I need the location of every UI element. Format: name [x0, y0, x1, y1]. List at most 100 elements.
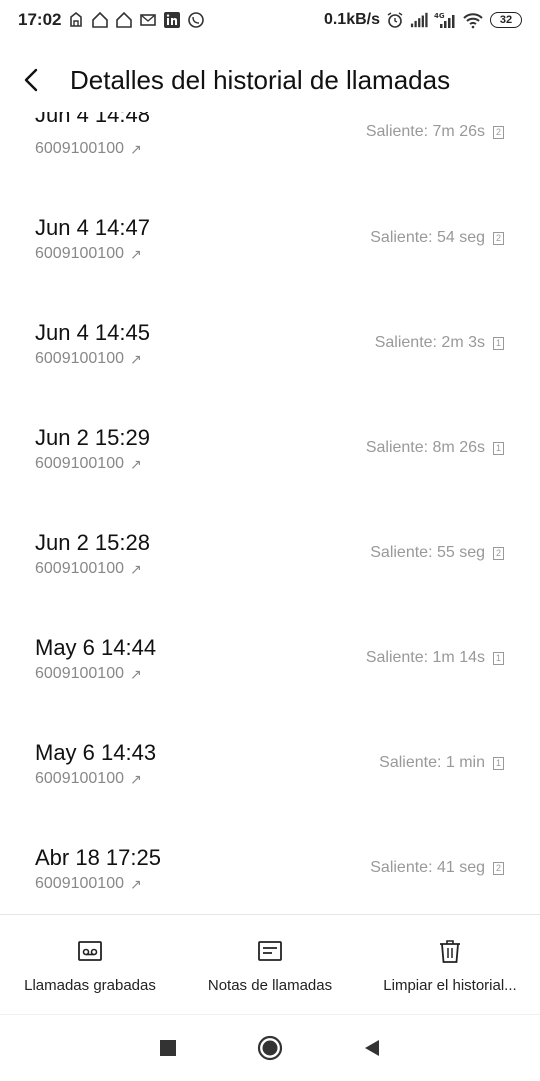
call-number-group: 6009100100 ↗ — [35, 455, 142, 473]
clear-history-label: Limpiar el historial... — [383, 976, 517, 994]
square-icon — [160, 1040, 176, 1056]
back-arrow-icon — [24, 68, 38, 92]
home-notification-icon — [91, 11, 109, 29]
whatsapp-icon — [187, 11, 205, 29]
call-duration: Saliente: 55 seg — [370, 544, 485, 561]
bottom-toolbar: Llamadas grabadas Notas de llamadas Limp… — [0, 914, 540, 1015]
sim-icon: 2 — [493, 861, 504, 875]
call-number: 6009100100 — [35, 665, 124, 682]
call-row[interactable]: Jun 4 14:47 6009100100 ↗ Saliente: 54 se… — [0, 215, 540, 320]
status-left: 17:02 — [18, 10, 205, 30]
alarm-icon — [386, 11, 404, 29]
call-date: Jun 4 14:48 — [35, 112, 150, 127]
call-duration: Saliente: 1 min — [379, 754, 485, 771]
call-row[interactable]: Jun 2 15:29 6009100100 ↗ Saliente: 8m 26… — [0, 425, 540, 530]
sim-icon: 2 — [493, 125, 504, 139]
wifi-icon — [462, 11, 484, 29]
notes-icon — [256, 937, 284, 965]
call-duration: Saliente: 7m 26s — [365, 123, 485, 140]
call-info: Saliente: 8m 26s 1 — [366, 439, 504, 457]
outgoing-arrow-icon: ↗ — [129, 455, 142, 472]
clear-history-button[interactable]: Limpiar el historial... — [360, 915, 540, 1015]
call-number-group: 6009100100 ↗ — [35, 770, 142, 788]
voicemail-tape-icon — [76, 937, 104, 965]
mail-icon — [139, 11, 157, 29]
call-number-group: 6009100100 ↗ — [35, 245, 142, 263]
call-info: Saliente: 41 seg 2 — [370, 859, 504, 877]
battery-indicator: 32 — [490, 12, 522, 28]
home-button[interactable] — [257, 1035, 283, 1061]
call-info: Saliente: 7m 26s 2 — [366, 123, 504, 141]
sim-icon: 1 — [493, 336, 504, 350]
call-number-group: 6009100100 ↗ — [35, 350, 142, 368]
call-number: 6009100100 — [35, 455, 124, 472]
call-notes-button[interactable]: Notas de llamadas — [180, 915, 360, 1015]
back-button[interactable] — [2, 50, 62, 110]
signal-4g-icon: 4G — [434, 11, 456, 29]
call-date: May 6 14:44 — [35, 635, 157, 660]
call-info: Saliente: 1 min 1 — [379, 754, 504, 772]
recents-button[interactable] — [159, 1039, 177, 1057]
status-time: 17:02 — [18, 10, 62, 29]
home-circle-icon — [257, 1035, 283, 1061]
outgoing-arrow-icon: ↗ — [129, 350, 142, 367]
call-info: Saliente: 55 seg 2 — [370, 544, 504, 562]
call-duration: Saliente: 2m 3s — [374, 334, 485, 351]
notification-app-icon — [67, 11, 85, 29]
recorded-calls-button[interactable]: Llamadas grabadas — [0, 915, 180, 1015]
outgoing-arrow-icon: ↗ — [129, 140, 142, 157]
call-number: 6009100100 — [35, 560, 124, 577]
call-date: Jun 4 14:47 — [35, 215, 150, 240]
call-number-group: 6009100100 ↗ — [35, 875, 142, 893]
header: Detalles del historial de llamadas — [0, 48, 540, 112]
call-number: 6009100100 — [35, 350, 124, 367]
call-date: Abr 18 17:25 — [35, 845, 161, 870]
sim-icon: 1 — [493, 651, 504, 665]
call-duration: Saliente: 54 seg — [370, 229, 485, 246]
call-number: 6009100100 — [35, 140, 124, 157]
home-notification-icon-2 — [115, 11, 133, 29]
linkedin-icon — [163, 11, 181, 29]
network-type-label: 4G — [434, 12, 445, 20]
call-row[interactable]: May 6 14:44 6009100100 ↗ Saliente: 1m 14… — [0, 635, 540, 740]
status-right: 0.1kB/s 4G 32 — [324, 11, 522, 29]
system-nav-bar — [0, 1014, 540, 1081]
triangle-back-icon — [365, 1040, 379, 1056]
call-number: 6009100100 — [35, 245, 124, 262]
call-date: Jun 4 14:45 — [35, 320, 150, 345]
call-info: Saliente: 2m 3s 1 — [375, 334, 504, 352]
call-number-group: 6009100100 ↗ — [35, 665, 142, 683]
call-row[interactable]: May 6 14:43 6009100100 ↗ Saliente: 1 min… — [0, 740, 540, 845]
call-notes-label: Notas de llamadas — [207, 976, 333, 994]
call-duration: Saliente: 41 seg — [370, 859, 485, 876]
call-history-list[interactable]: Jun 4 14:48 6009100100 ↗ Saliente: 7m 26… — [0, 112, 540, 914]
recorded-calls-label: Llamadas grabadas — [24, 976, 156, 994]
call-info: Saliente: 1m 14s 1 — [366, 649, 504, 667]
call-number: 6009100100 — [35, 875, 124, 892]
sim-icon: 2 — [493, 546, 504, 560]
net-speed: 0.1kB/s — [323, 11, 380, 28]
call-duration: Saliente: 1m 14s — [365, 649, 485, 666]
sim-icon: 1 — [493, 441, 504, 455]
system-back-button[interactable] — [363, 1039, 381, 1057]
call-duration: Saliente: 8m 26s — [365, 439, 485, 456]
call-info: Saliente: 54 seg 2 — [370, 229, 504, 247]
call-row[interactable]: Jun 4 14:45 6009100100 ↗ Saliente: 2m 3s… — [0, 320, 540, 425]
status-bar: 17:02 0.1kB/s 4G 32 — [0, 0, 540, 40]
call-number: 6009100100 — [35, 770, 124, 787]
signal-icon — [410, 11, 428, 29]
outgoing-arrow-icon: ↗ — [129, 875, 142, 892]
call-number-group: 6009100100 ↗ — [35, 560, 142, 578]
call-row[interactable]: Jun 2 15:28 6009100100 ↗ Saliente: 55 se… — [0, 530, 540, 635]
outgoing-arrow-icon: ↗ — [129, 245, 142, 262]
call-number-group: 6009100100 ↗ — [35, 140, 142, 158]
call-row[interactable]: Jun 4 14:48 6009100100 ↗ Saliente: 7m 26… — [0, 112, 540, 217]
outgoing-arrow-icon: ↗ — [129, 770, 142, 787]
outgoing-arrow-icon: ↗ — [129, 665, 142, 682]
trash-icon — [436, 937, 464, 965]
sim-icon: 2 — [493, 231, 504, 245]
call-date: Jun 2 15:29 — [35, 425, 150, 450]
sim-icon: 1 — [493, 756, 504, 770]
call-date: Jun 2 15:28 — [35, 530, 150, 555]
call-row[interactable]: Abr 18 17:25 6009100100 ↗ Saliente: 41 s… — [0, 845, 540, 914]
